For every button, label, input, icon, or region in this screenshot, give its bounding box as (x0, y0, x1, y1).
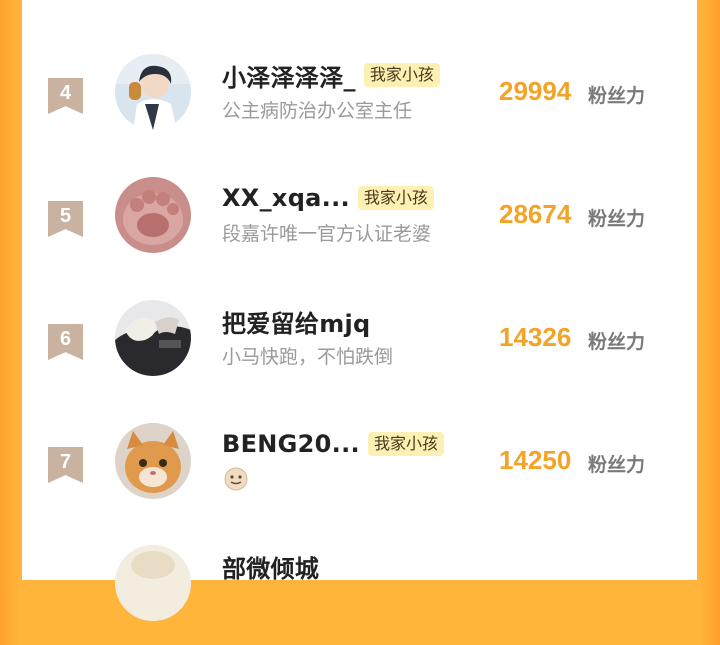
list-item[interactable]: 部微倾城 (22, 545, 697, 645)
name-line: 小泽泽泽泽_ 我家小孩 (222, 58, 440, 92)
fan-tag: 我家小孩 (363, 63, 440, 87)
fan-power-score: 14326 (499, 322, 572, 352)
user-name[interactable]: 小泽泽泽泽_ (222, 58, 356, 93)
user-signature: 段嘉许唯一官方认证老婆 (222, 223, 432, 245)
name-line: 部微倾城 (222, 549, 319, 583)
smiling-face-emoji-icon (224, 467, 248, 495)
avatar[interactable] (115, 300, 191, 376)
name-line: XX_xqa... 我家小孩 (222, 181, 434, 215)
user-name[interactable]: XX_xqa... (222, 184, 350, 212)
list-item[interactable]: 5 XX_xqa... 我家小孩 段嘉许唯一官方认证老婆 28674 粉丝力 (22, 177, 697, 277)
fan-power-score: 29994 (499, 76, 572, 106)
fan-power-label: 粉丝力 (588, 454, 646, 476)
name-line: BENG20... 我家小孩 (222, 427, 444, 461)
rank-badge: 5 (48, 201, 83, 237)
fan-power-score: 14250 (499, 445, 572, 475)
fan-power-label: 粉丝力 (588, 208, 646, 230)
name-line: 把爱留给mjq (222, 304, 371, 338)
user-signature: 小马快跑，不怕跌倒 (222, 346, 394, 368)
fan-tag: 我家小孩 (367, 432, 444, 456)
fan-tag: 我家小孩 (357, 186, 434, 210)
rank-badge: 7 (48, 447, 83, 483)
list-item[interactable]: 7 BENG20... 我家小孩 14250 粉丝力 (22, 423, 697, 523)
user-name[interactable]: BENG20... (222, 430, 360, 458)
list-item[interactable]: 4 小泽泽泽泽_ 我家小孩 公主病防治办公室主任 29994 粉丝力 (22, 54, 697, 154)
fan-power-label: 粉丝力 (588, 85, 646, 107)
fan-power-label: 粉丝力 (588, 331, 646, 353)
rank-badge: 6 (48, 324, 83, 360)
rank-badge: 4 (48, 78, 83, 114)
user-signature: 公主病防治办公室主任 (222, 100, 413, 122)
avatar[interactable] (115, 423, 191, 499)
list-item[interactable]: 6 把爱留给mjq 小马快跑，不怕跌倒 14326 粉丝力 (22, 300, 697, 400)
user-name[interactable]: 把爱留给mjq (222, 304, 371, 339)
avatar[interactable] (115, 545, 191, 621)
fan-power-score: 28674 (499, 199, 572, 229)
user-name[interactable]: 部微倾城 (222, 549, 319, 584)
avatar[interactable] (115, 54, 191, 130)
fan-ranking-list: 4 小泽泽泽泽_ 我家小孩 公主病防治办公室主任 29994 粉丝力 5 XX_… (22, 0, 697, 621)
avatar[interactable] (115, 177, 191, 253)
